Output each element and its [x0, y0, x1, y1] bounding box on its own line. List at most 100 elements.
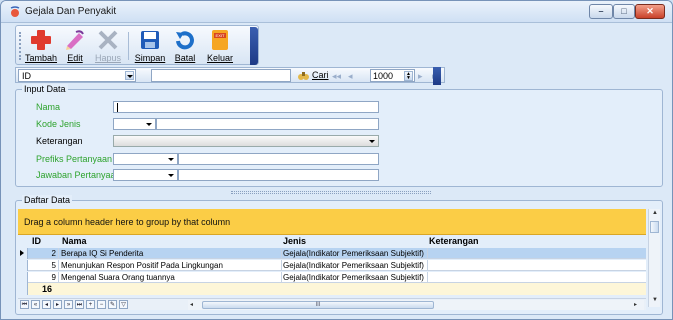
cell-divider: [58, 272, 59, 283]
cell-divider: [427, 248, 428, 259]
chevron-down-icon: [168, 174, 174, 177]
cell-divider: [58, 260, 59, 271]
next-page-icon[interactable]: »: [64, 300, 73, 309]
keluar-button[interactable]: EXIT Keluar: [202, 28, 238, 64]
daftar-data-group: Daftar Data Drag a column header here to…: [15, 195, 663, 315]
row-indicator: [18, 248, 28, 259]
forward-icon[interactable]: ▸: [418, 71, 432, 81]
column-header-keterangan[interactable]: Keterangan: [429, 236, 479, 246]
toolbar-separator: [128, 32, 129, 60]
table-row[interactable]: 5 Menunjukan Respon Positif Pada Lingkun…: [18, 260, 646, 271]
record-count-value: 1000: [373, 71, 394, 81]
delete-record-icon[interactable]: −: [97, 300, 106, 309]
cell-jenis: Gejala(Indikator Pemeriksaan Subjektif): [283, 261, 424, 270]
cell-keterangan: [429, 249, 629, 259]
cell-nama: Mengenal Suara Orang tuannya: [61, 273, 175, 282]
plus-icon: [31, 30, 51, 50]
column-header-nama[interactable]: Nama: [62, 236, 87, 246]
kode-jenis-label: Kode Jenis: [36, 119, 81, 129]
hapus-button[interactable]: Hapus: [92, 28, 124, 64]
toolbar-grip[interactable]: [19, 32, 21, 60]
input-data-group: Input Data Nama Kode Jenis Keterangan Pr…: [15, 84, 663, 187]
scroll-thumb[interactable]: III: [202, 301, 434, 309]
daftar-data-title: Daftar Data: [22, 195, 73, 205]
tambah-button[interactable]: Tambah: [24, 28, 58, 64]
cell-id: 9: [51, 273, 56, 282]
prefiks-label: Prefiks Pertanyaan: [36, 154, 113, 164]
cell-divider: [58, 248, 59, 259]
column-header-jenis[interactable]: Jenis: [283, 236, 306, 246]
svg-text:EXIT: EXIT: [216, 33, 225, 38]
scroll-right-icon[interactable]: ▸: [634, 301, 637, 308]
app-icon: [10, 6, 20, 17]
prev-page-icon[interactable]: «: [31, 300, 40, 309]
spinner-arrows-icon[interactable]: ▲ ▼: [404, 71, 413, 81]
row-indicator: [18, 260, 28, 271]
cell-nama: Berapa IQ Si Penderita: [61, 249, 144, 258]
toolbar-options-button[interactable]: [250, 27, 258, 65]
toolbar: Tambah Edit Hapus Simpan Batal EXIT Kelu…: [15, 25, 259, 65]
nama-label: Nama: [36, 102, 61, 112]
cari-button[interactable]: Cari: [312, 70, 329, 80]
find-field-select[interactable]: ID: [18, 69, 136, 82]
keterangan-select[interactable]: [113, 135, 379, 147]
maximize-icon: □: [621, 6, 627, 16]
column-header-id[interactable]: ID: [32, 236, 41, 246]
insert-record-icon[interactable]: +: [86, 300, 95, 309]
close-button[interactable]: ✕: [635, 4, 665, 19]
edit-button[interactable]: Edit: [60, 28, 90, 64]
previous-icon[interactable]: ◂◂: [332, 71, 346, 81]
splitter-handle[interactable]: [231, 191, 431, 194]
find-input[interactable]: [151, 69, 291, 82]
scroll-grip: III: [315, 302, 321, 308]
record-count-spinner[interactable]: 1000 ▲ ▼: [370, 69, 415, 82]
maximize-button[interactable]: □: [613, 4, 635, 19]
prev-record-icon[interactable]: ◂: [42, 300, 51, 309]
edit-record-icon[interactable]: ✎: [108, 300, 117, 309]
back-icon[interactable]: ◂: [348, 71, 362, 81]
cell-keterangan: [429, 273, 629, 283]
prefiks-select[interactable]: [113, 153, 178, 165]
chevron-down-icon[interactable]: [125, 71, 134, 80]
batal-button[interactable]: Batal: [170, 28, 200, 64]
prefiks-text: [178, 153, 379, 165]
find-field-value: ID: [22, 71, 31, 81]
simpan-button[interactable]: Simpan: [132, 28, 168, 64]
cell-id: 2: [51, 249, 56, 258]
findbar-options-button[interactable]: [433, 67, 441, 85]
next-record-icon[interactable]: ▸: [53, 300, 62, 309]
row-indicator: [18, 272, 28, 283]
scroll-up-icon[interactable]: ▲: [652, 210, 658, 216]
chevron-down-icon: [369, 140, 375, 143]
main-window: Gejala Dan Penyakit – □ ✕ Tambah Edit Ha…: [0, 0, 673, 320]
grid-header: ID Nama Jenis Keterangan: [18, 236, 646, 247]
kode-jenis-select[interactable]: [113, 118, 156, 130]
keluar-label: Keluar: [206, 53, 233, 63]
vertical-scrollbar[interactable]: ▲ ▼: [648, 209, 660, 307]
title-bar: Gejala Dan Penyakit – □ ✕: [1, 1, 672, 23]
jawaban-select[interactable]: [113, 169, 178, 181]
kode-jenis-description: [156, 118, 379, 130]
last-page-icon[interactable]: ⏭: [75, 300, 84, 309]
hapus-label: Hapus: [94, 53, 121, 63]
edit-label: Edit: [67, 53, 83, 63]
cell-jenis: Gejala(Indikator Pemeriksaan Subjektif): [283, 273, 424, 282]
nama-input[interactable]: [113, 101, 379, 113]
cell-divider: [281, 272, 282, 283]
table-row[interactable]: 2 Berapa IQ Si Penderita Gejala(Indikato…: [18, 248, 646, 259]
table-row[interactable]: 9 Mengenal Suara Orang tuannya Gejala(In…: [18, 272, 646, 283]
scroll-left-icon[interactable]: ◂: [190, 301, 193, 308]
minimize-button[interactable]: –: [589, 4, 613, 19]
minimize-icon: –: [598, 6, 604, 16]
text-caret: [117, 103, 118, 112]
keterangan-label: Keterangan: [36, 136, 83, 146]
chevron-down-icon: [146, 123, 152, 126]
horizontal-scrollbar[interactable]: ◂ III ▸: [188, 300, 644, 310]
cell-divider: [281, 248, 282, 259]
summary-footer: 16: [18, 283, 646, 295]
scroll-down-icon[interactable]: ▼: [652, 297, 658, 303]
first-page-icon[interactable]: ⏮: [20, 300, 29, 309]
group-by-panel[interactable]: Drag a column header here to group by th…: [18, 209, 646, 235]
filter-icon[interactable]: ▽: [119, 300, 128, 309]
scroll-thumb[interactable]: [650, 221, 659, 233]
